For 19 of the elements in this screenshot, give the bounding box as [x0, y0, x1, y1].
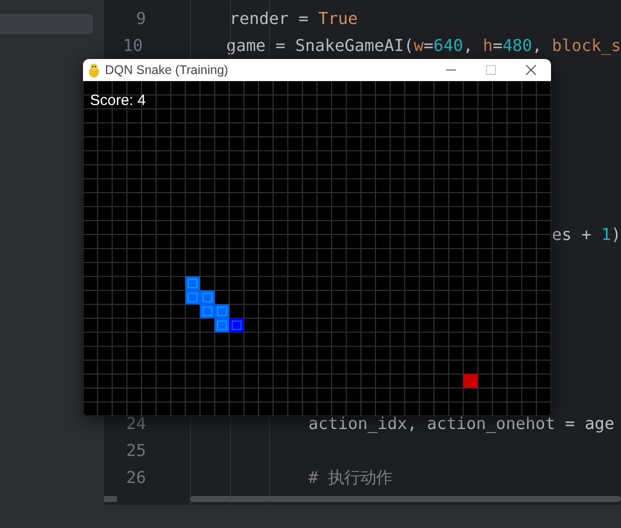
maximize-icon — [486, 65, 496, 75]
food-block — [463, 374, 478, 388]
line-number: 9 — [135, 8, 146, 30]
snake-icon — [87, 62, 101, 78]
line-number: 25 — [125, 440, 146, 462]
scrollbar[interactable] — [104, 496, 117, 502]
code-line: es + 1) — [552, 224, 621, 246]
line-number: 26 — [125, 467, 146, 490]
code-line: render = True — [228, 8, 358, 30]
code-line: # 执行动作 — [307, 467, 392, 490]
window-title: DQN Snake (Training) — [105, 62, 228, 79]
line-number: 24 — [125, 413, 146, 436]
scrollbar[interactable] — [190, 496, 621, 502]
score-label: Score: 4 — [90, 91, 146, 111]
code-line: game = SnakeGameAI(w=640, h=480, block_s — [225, 35, 621, 58]
line-number: 10 — [122, 35, 143, 58]
code-line: action_idx, action_onehot = age — [307, 413, 614, 436]
close-icon — [526, 65, 536, 75]
snake-drawing — [185, 276, 244, 332]
